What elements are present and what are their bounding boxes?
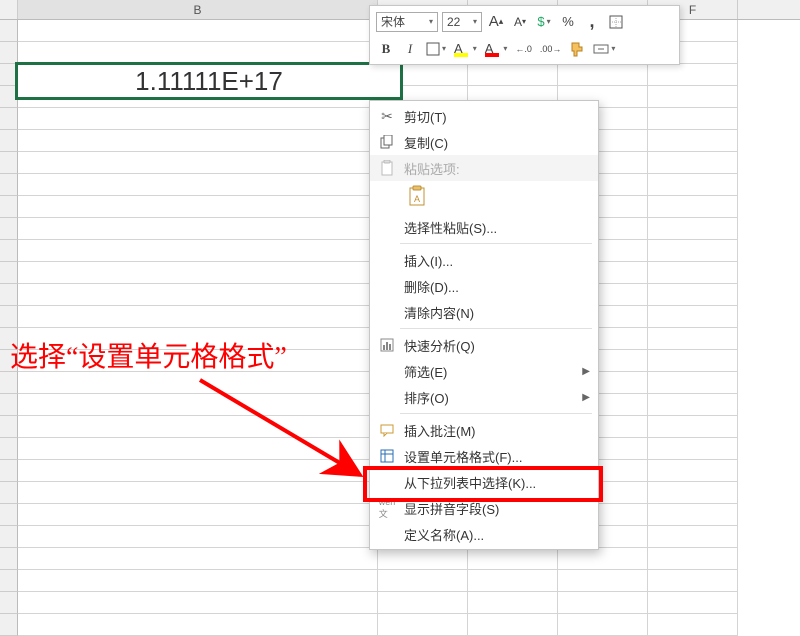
decrease-decimal-button[interactable]: .00→ — [538, 38, 564, 60]
submenu-arrow-icon: ▶ — [582, 392, 590, 403]
borders-button[interactable] — [606, 11, 626, 33]
menu-insert[interactable]: 插入(I)... — [370, 247, 598, 273]
format-cells-icon — [376, 449, 398, 463]
border-icon — [426, 42, 440, 56]
menu-insert-comment-label: 插入批注(M) — [398, 421, 590, 440]
font-name-label: 宋体 — [381, 13, 405, 30]
phonetic-icon: wén文 — [376, 497, 398, 520]
quick-analysis-icon — [376, 338, 398, 352]
font-name-dropdown[interactable]: 宋体▾ — [376, 12, 438, 32]
clipboard-icon — [376, 160, 398, 176]
menu-copy[interactable]: 复制(C) — [370, 129, 598, 155]
col-header-row[interactable] — [0, 0, 18, 19]
merge-center-button[interactable]: ▾ — [591, 38, 617, 60]
menu-cut[interactable]: ✂ 剪切(T) — [370, 103, 598, 129]
menu-paste-special[interactable]: 选择性粘贴(S)... — [370, 214, 598, 240]
merge-icon — [593, 42, 609, 56]
comma-style-button[interactable]: , — [582, 11, 602, 33]
menu-show-phonetic-label: 显示拼音字段(S) — [398, 499, 590, 518]
font-size-label: 22 — [447, 15, 460, 29]
decrease-font-button[interactable]: A▾ — [510, 11, 530, 33]
paintbrush-icon — [569, 41, 585, 57]
menu-clear-contents-label: 清除内容(N) — [398, 303, 590, 322]
border-dropdown[interactable]: ▾ — [424, 38, 448, 60]
menu-format-cells[interactable]: 设置单元格格式(F)... — [370, 443, 598, 469]
menu-define-name-label: 定义名称(A)... — [398, 525, 590, 544]
scissors-icon: ✂ — [376, 108, 398, 125]
svg-text:A: A — [414, 194, 420, 204]
menu-sort[interactable]: 排序(O) ▶ — [370, 384, 598, 410]
context-menu: ✂ 剪切(T) 复制(C) 粘贴选项: A 选择性粘贴(S)... 插入(I).… — [369, 100, 599, 550]
menu-filter[interactable]: 筛选(E) ▶ — [370, 358, 598, 384]
submenu-arrow-icon: ▶ — [582, 366, 590, 377]
comment-icon — [376, 423, 398, 437]
bold-button[interactable]: B — [376, 38, 396, 60]
menu-paste-options: 粘贴选项: — [370, 155, 598, 181]
menu-clear-contents[interactable]: 清除内容(N) — [370, 299, 598, 325]
percent-button[interactable]: % — [558, 11, 578, 33]
format-painter-button[interactable] — [567, 38, 587, 60]
menu-pick-from-list[interactable]: 从下拉列表中选择(K)... — [370, 469, 598, 495]
accounting-format-button[interactable]: $▾ — [534, 11, 554, 33]
menu-define-name[interactable]: 定义名称(A)... — [370, 521, 598, 547]
menu-paste-options-label: 粘贴选项: — [398, 159, 590, 178]
col-header-b[interactable]: B — [18, 0, 378, 19]
paste-options-row: A — [370, 181, 598, 214]
menu-pick-from-list-label: 从下拉列表中选择(K)... — [398, 473, 590, 492]
menu-show-phonetic[interactable]: wén文 显示拼音字段(S) — [370, 495, 598, 521]
active-cell[interactable]: 1.11111E+17 — [15, 62, 403, 100]
menu-quick-analysis-label: 快速分析(Q) — [398, 336, 590, 355]
border-icon — [609, 15, 623, 29]
italic-button[interactable]: I — [400, 38, 420, 60]
cell-value: 1.11111E+17 — [135, 66, 283, 97]
menu-sort-label: 排序(O) — [398, 388, 582, 407]
menu-copy-label: 复制(C) — [398, 133, 590, 152]
mini-toolbar: 宋体▾ 22▾ A▴ A▾ $▾ % , B I ▾ A▾ A▾ ←.0 .00… — [369, 5, 680, 65]
menu-insert-comment[interactable]: 插入批注(M) — [370, 417, 598, 443]
increase-font-button[interactable]: A▴ — [486, 11, 506, 33]
menu-insert-label: 插入(I)... — [398, 251, 590, 270]
increase-decimal-button[interactable]: ←.0 — [513, 38, 534, 60]
menu-quick-analysis[interactable]: 快速分析(Q) — [370, 332, 598, 358]
menu-paste-special-label: 选择性粘贴(S)... — [398, 218, 590, 237]
annotation-text: 选择“设置单元格格式” — [10, 335, 287, 375]
paste-default-button[interactable]: A — [402, 183, 432, 209]
copy-icon — [376, 135, 398, 149]
fill-color-button[interactable]: A▾ — [452, 38, 479, 60]
menu-delete[interactable]: 删除(D)... — [370, 273, 598, 299]
menu-cut-label: 剪切(T) — [398, 107, 590, 126]
menu-delete-label: 删除(D)... — [398, 277, 590, 296]
menu-filter-label: 筛选(E) — [398, 362, 582, 381]
font-color-button[interactable]: A▾ — [483, 38, 510, 60]
menu-format-cells-label: 设置单元格格式(F)... — [398, 447, 590, 466]
font-size-dropdown[interactable]: 22▾ — [442, 12, 482, 32]
